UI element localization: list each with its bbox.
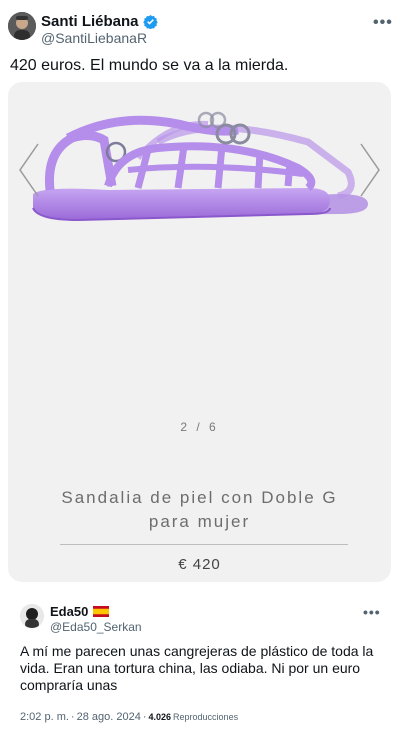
author-name[interactable]: Santi Liébana — [41, 13, 139, 30]
reply-date[interactable]: 28 ago. 2024 — [77, 711, 141, 723]
meta-separator: · — [70, 711, 75, 723]
product-price: € 420 — [178, 556, 221, 573]
reply-avatar-photo — [20, 604, 44, 628]
product-divider — [60, 544, 348, 545]
spain-flag-icon — [93, 606, 110, 617]
next-image-arrow-icon[interactable] — [355, 140, 385, 200]
author-name-row[interactable]: Santi Liébana — [41, 13, 158, 30]
reply-meta: 2:02 p. m. · 28 ago. 2024 · 4.026 Reprod… — [20, 711, 238, 723]
image-pager: 2 / 6 — [180, 420, 219, 434]
avatar-photo — [8, 12, 36, 40]
reply-author-handle[interactable]: @Eda50_Serkan — [50, 620, 142, 634]
jelly-sandal-illustration — [32, 111, 368, 222]
reply-text: A mí me parecen unas cangrejeras de plás… — [20, 643, 374, 693]
more-dots-icon[interactable]: ••• — [373, 14, 393, 32]
product-image-card[interactable]: 2 / 6 Sandalia de piel con Doble G para … — [8, 82, 391, 582]
previous-image-arrow-icon[interactable] — [14, 140, 44, 200]
reply-time[interactable]: 2:02 p. m. — [20, 711, 69, 723]
product-title: Sandalia de piel con Doble G para mujer — [8, 486, 391, 534]
author-avatar[interactable] — [8, 12, 36, 40]
views-count: 4.026 — [148, 712, 172, 722]
sandal-image — [8, 82, 391, 322]
reply-more-dots-icon[interactable]: ••• — [363, 604, 381, 620]
reply-author-name-row[interactable]: Eda50 — [50, 604, 110, 619]
tweet-text: 420 euros. El mundo se va a la mierda. — [10, 57, 289, 74]
verified-badge-icon — [142, 14, 158, 29]
product-title-line2: para mujer — [148, 512, 251, 531]
product-title-line1: Sandalia de piel con Doble G — [61, 488, 338, 507]
reply-author-name[interactable]: Eda50 — [50, 604, 88, 619]
reply-author-avatar[interactable] — [20, 604, 44, 628]
meta-separator: · — [142, 711, 147, 723]
views-label: Reproducciones — [173, 712, 239, 722]
author-handle[interactable]: @SantiLiebanaR — [41, 30, 147, 46]
